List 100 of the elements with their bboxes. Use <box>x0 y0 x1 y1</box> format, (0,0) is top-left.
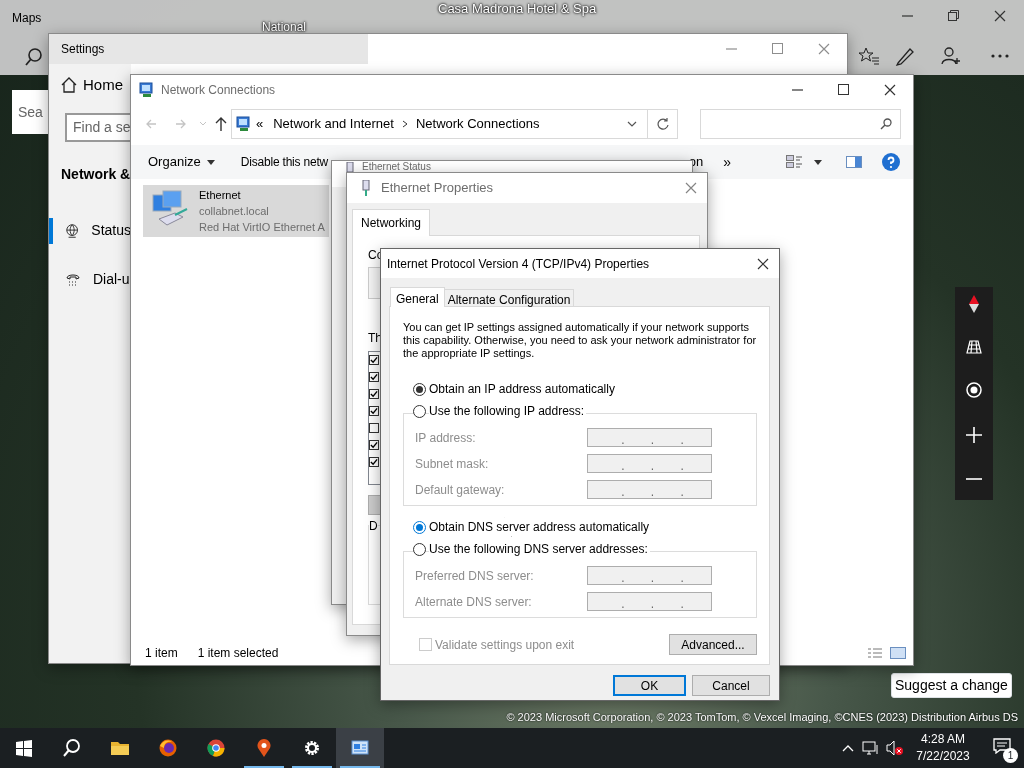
checkbox[interactable] <box>369 423 379 433</box>
status-text: 1 item selected <box>197 645 279 662</box>
radio-button[interactable] <box>413 520 426 534</box>
field-label: IP address: <box>415 429 476 447</box>
network-folder-icon <box>351 739 369 757</box>
field-label: Alternate DNS server: <box>415 593 532 611</box>
checkbox[interactable] <box>369 389 379 399</box>
refresh-icon <box>656 118 669 130</box>
window-title: Network Connections <box>161 82 277 99</box>
checkbox[interactable] <box>369 457 379 467</box>
toolbar-button[interactable]: Organize <box>148 152 215 172</box>
favorites-icon[interactable] <box>858 46 880 66</box>
search-field[interactable]: Sea <box>12 90 48 134</box>
settings-icon <box>303 739 321 757</box>
close-button[interactable] <box>994 10 1006 22</box>
field-label: Default gateway: <box>415 481 505 499</box>
start-icon <box>15 739 33 757</box>
location-icon[interactable] <box>966 382 982 398</box>
network-folder-icon <box>236 116 252 132</box>
breadcrumb-item[interactable]: Network and Internet <box>273 114 394 134</box>
advanced-button[interactable]: Advanced... <box>669 634 757 655</box>
restore-button[interactable] <box>948 10 960 22</box>
grid-icon[interactable] <box>966 339 982 355</box>
nav-link[interactable]: Home <box>83 74 123 97</box>
chevron-up-icon[interactable] <box>842 744 854 752</box>
ethernet-icon <box>361 180 371 196</box>
window-title: Maps <box>12 10 42 27</box>
window-title: Internet Protocol Version 4 (TCP/IPv4) Properties <box>386 255 651 273</box>
radio-button[interactable] <box>413 542 426 556</box>
ok-button[interactable]: OK <box>613 675 686 696</box>
help-icon[interactable] <box>882 153 900 171</box>
breadcrumb-item[interactable]: Network Connections <box>415 114 540 134</box>
breadcrumb-overflow[interactable]: « <box>256 114 264 134</box>
tab[interactable]: General <box>390 287 445 307</box>
more-icon[interactable] <box>990 53 1010 59</box>
pen-icon[interactable] <box>895 46 915 66</box>
search-field[interactable] <box>700 109 901 139</box>
browser-icon <box>207 739 225 757</box>
toolbar-button[interactable]: Disable this netw <box>240 153 329 171</box>
person-add-icon[interactable] <box>941 46 961 66</box>
item-detail: collabnet.local <box>199 204 270 219</box>
tab[interactable]: Networking <box>352 209 431 236</box>
window-title: Ethernet Properties <box>381 179 494 198</box>
status-text: 1 item <box>145 645 178 662</box>
close-button[interactable] <box>884 84 896 96</box>
search-icon[interactable] <box>880 118 892 130</box>
clock[interactable]: 4:28 AM 7/22/2023 <box>912 731 974 765</box>
zoom-in-icon[interactable] <box>966 427 982 443</box>
field-label: Subnet mask: <box>415 455 489 473</box>
map-pin-icon <box>255 739 273 757</box>
window-title: Ethernet Status <box>362 161 432 172</box>
compass-icon[interactable] <box>968 295 980 313</box>
section-heading: Network & <box>60 164 131 184</box>
checkbox[interactable] <box>369 440 379 450</box>
radio-label[interactable]: Obtain DNS server address automatically <box>429 518 652 536</box>
search-icon[interactable] <box>24 47 44 67</box>
up-icon[interactable] <box>215 117 227 131</box>
map-label: Casa Madrona Hotel & Spa <box>438 0 597 19</box>
tab[interactable]: Alternate Configuration <box>443 289 575 306</box>
view-icon[interactable] <box>786 155 802 169</box>
browser-icon <box>159 739 177 757</box>
volume-muted-icon[interactable] <box>886 740 904 756</box>
description-text: You can get IP settings assigned automatically if your network supports this capability. Otherwise, you need to ask your network administrator for the appropriate IP settings. <box>403 321 758 360</box>
tiles-view-icon[interactable] <box>890 647 906 659</box>
radio-button[interactable] <box>413 404 426 418</box>
maximize-button[interactable] <box>838 84 850 96</box>
network-icon[interactable] <box>862 741 880 755</box>
search-icon <box>63 739 81 757</box>
checkbox[interactable] <box>369 406 379 416</box>
window-title: Settings <box>60 41 106 58</box>
suggest-change-button[interactable]: Suggest a change <box>891 673 1012 698</box>
dropdown-icon[interactable] <box>627 121 637 127</box>
radio-button[interactable] <box>413 382 426 396</box>
network-folder-icon <box>139 82 155 98</box>
copyright-text: © 2023 Microsoft Corporation, © 2023 TomTom, © Vexcel Imaging, ©CNES (2023) Distribution Airbus DS <box>506 710 1018 725</box>
caret-icon <box>206 159 215 165</box>
ethernet-icon <box>346 162 354 172</box>
home-icon[interactable] <box>61 77 77 94</box>
nav-item[interactable]: Dial-u <box>49 266 131 293</box>
item-name: Ethernet <box>199 188 242 203</box>
notification-count: 1 <box>1003 748 1018 763</box>
globe-icon <box>65 222 80 239</box>
chevron-right-icon[interactable] <box>401 120 408 128</box>
field-label: Preferred DNS server: <box>415 567 534 585</box>
list-item[interactable]: Ethernet collabnet.local Red Hat VirtIO Ethernet A <box>143 185 329 237</box>
search-field[interactable]: Find a se <box>65 112 131 142</box>
checkbox[interactable] <box>369 372 379 382</box>
phone-icon <box>65 271 81 288</box>
caret-icon[interactable] <box>814 159 822 165</box>
checkbox[interactable] <box>369 355 379 365</box>
taskbar-button[interactable] <box>336 728 384 768</box>
close-button[interactable] <box>757 257 769 270</box>
notifications-button[interactable]: 1 <box>984 728 1024 768</box>
more-button[interactable]: » <box>723 151 731 173</box>
folder-icon <box>111 739 129 757</box>
cancel-button[interactable]: Cancel <box>692 675 770 696</box>
map-label: National <box>262 19 307 36</box>
checkbox-label: Validate settings upon exit <box>435 636 575 654</box>
item-detail: Red Hat VirtIO Ethernet A <box>199 220 325 235</box>
preview-pane-icon[interactable] <box>846 156 862 168</box>
